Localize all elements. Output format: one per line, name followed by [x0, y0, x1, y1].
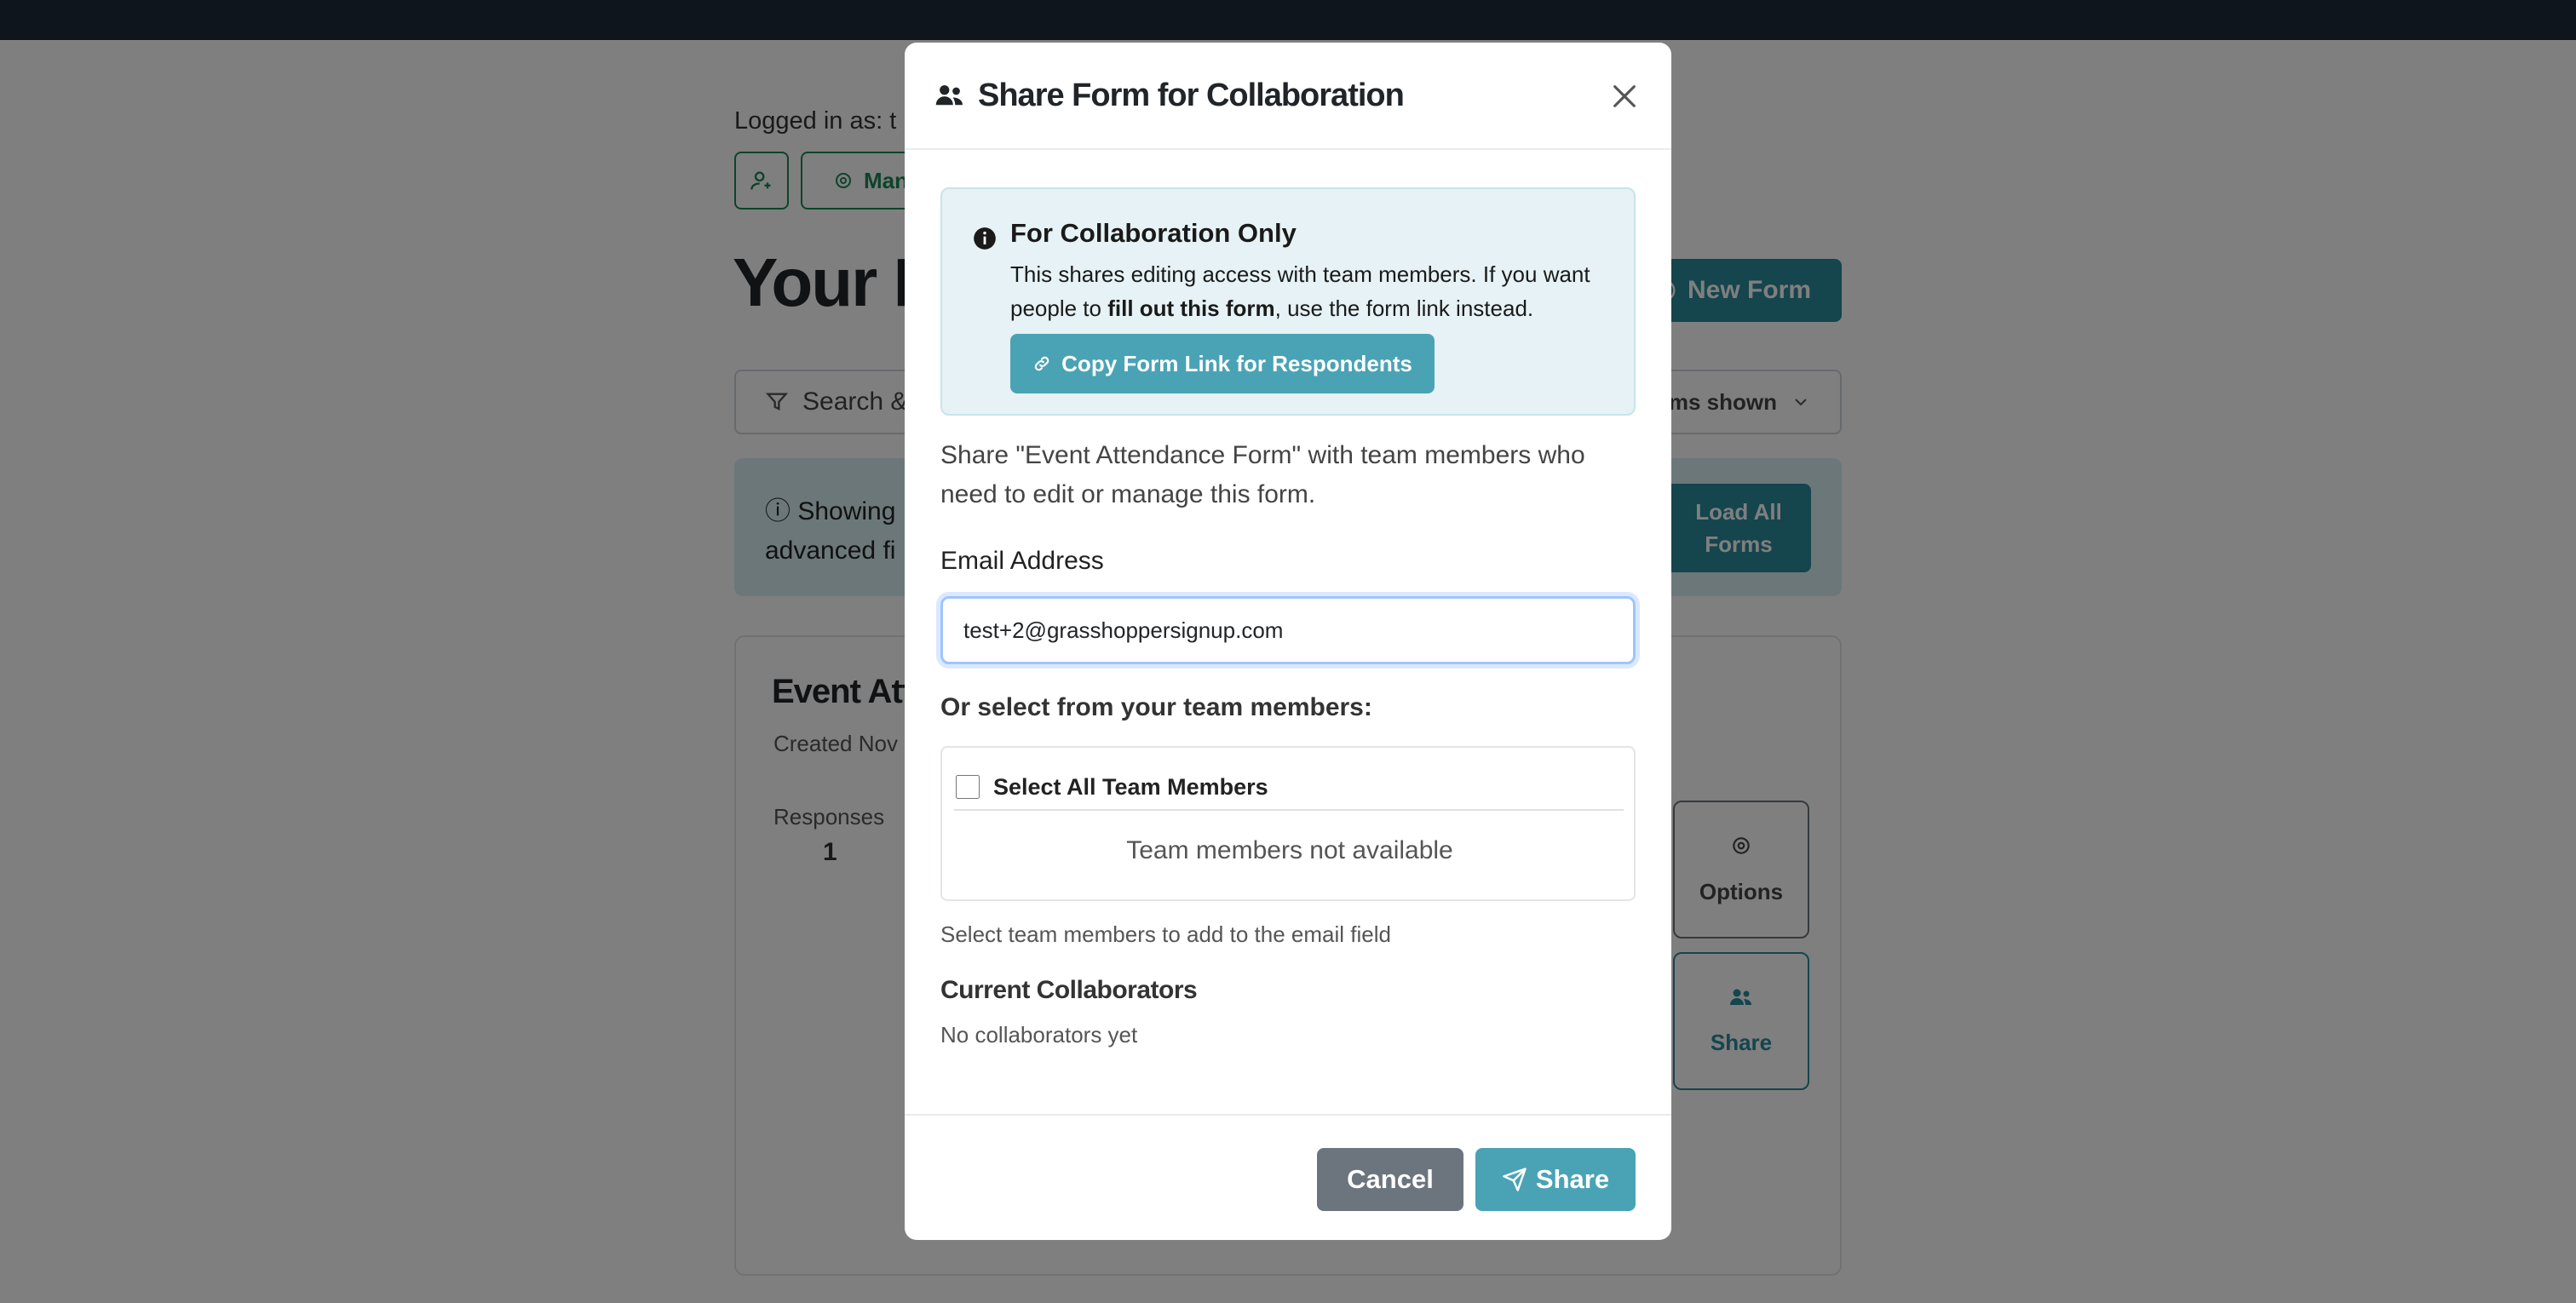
team-members-help: Select team members to add to the email …	[940, 921, 1391, 947]
email-label: Email Address	[940, 547, 1104, 575]
share-modal: Share Form for Collaboration For Collabo…	[905, 43, 1671, 1240]
select-all-row[interactable]: Select All Team Members	[954, 765, 1624, 811]
send-icon	[1503, 1168, 1527, 1191]
alert-body: This shares editing access with team mem…	[1010, 257, 1615, 325]
users-icon	[935, 85, 963, 106]
link-icon	[1034, 356, 1049, 371]
cancel-button[interactable]: Cancel	[1317, 1148, 1463, 1211]
info-icon	[974, 227, 996, 250]
select-all-label: Select All Team Members	[993, 773, 1268, 800]
share-button[interactable]: Share	[1475, 1148, 1636, 1211]
alert-body-bold: fill out this form	[1107, 296, 1275, 321]
close-button[interactable]	[1605, 77, 1644, 116]
alert-body-part2: , use the form link instead.	[1274, 296, 1534, 321]
current-collaborators-heading: Current Collaborators	[940, 976, 1198, 1004]
no-collaborators-text: No collaborators yet	[940, 1022, 1138, 1048]
collaboration-alert: For Collaboration Only This shares editi…	[940, 187, 1636, 416]
copy-form-link-label: Copy Form Link for Respondents	[1061, 350, 1412, 376]
copy-form-link-button[interactable]: Copy Form Link for Respondents	[1010, 334, 1435, 393]
team-members-heading: Or select from your team members:	[940, 693, 1372, 721]
modal-title: Share Form for Collaboration	[978, 77, 1405, 113]
share-description: Share "Event Attendance Form" with team …	[940, 441, 1585, 508]
team-members-unavailable: Team members not available	[1126, 836, 1453, 864]
select-all-checkbox[interactable]	[956, 775, 980, 799]
email-field[interactable]	[940, 596, 1636, 664]
alert-heading: For Collaboration Only	[1010, 218, 1297, 248]
modal-footer: Cancel Share	[905, 1114, 1671, 1240]
team-members-box: Select All Team Members Team members not…	[940, 746, 1636, 901]
share-label: Share	[1535, 1164, 1610, 1194]
modal-header: Share Form for Collaboration	[905, 43, 1671, 150]
close-icon	[1613, 85, 1636, 107]
